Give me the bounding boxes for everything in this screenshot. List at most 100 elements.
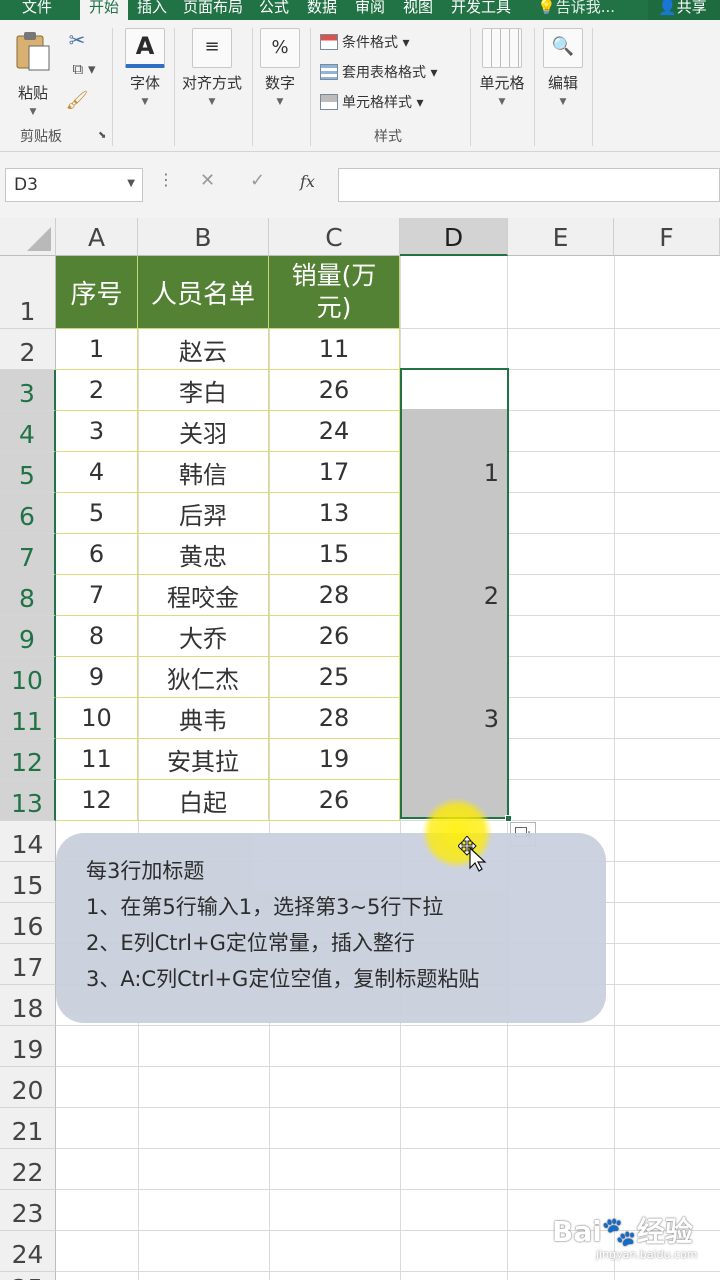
row-header-5[interactable]: 5 xyxy=(0,452,56,493)
font-button[interactable]: A 字体 ▼ xyxy=(120,28,170,107)
row-header-21[interactable]: 21 xyxy=(0,1108,56,1149)
table-cell[interactable]: 11 xyxy=(269,329,400,370)
row-header-2[interactable]: 2 xyxy=(0,329,56,370)
row-header-9[interactable]: 9 xyxy=(0,616,56,657)
header-cell-index[interactable]: 序号 xyxy=(56,256,138,329)
select-all-corner[interactable] xyxy=(0,218,56,256)
share-button[interactable]: 👤共享 xyxy=(648,0,720,20)
tab-review[interactable]: 审阅 xyxy=(348,0,392,20)
table-cell[interactable]: 4 xyxy=(56,452,138,493)
tab-file[interactable]: 文件 xyxy=(0,0,74,20)
tab-insert[interactable]: 插入 xyxy=(130,0,174,20)
table-cell[interactable]: 15 xyxy=(269,534,400,575)
table-cell[interactable]: 28 xyxy=(269,575,400,616)
chevron-down-icon[interactable]: ▼ xyxy=(127,178,135,189)
column-header-c[interactable]: C xyxy=(269,218,400,256)
table-cell[interactable]: 典韦 xyxy=(138,698,269,739)
row-header-22[interactable]: 22 xyxy=(0,1149,56,1190)
conditional-formatting-button[interactable]: 条件格式 ▾ xyxy=(320,32,409,56)
header-cell-sales[interactable]: 销量(万 元) xyxy=(269,256,400,329)
column-header-f[interactable]: F xyxy=(614,218,720,256)
formula-input[interactable] xyxy=(338,168,720,202)
row-header-6[interactable]: 6 xyxy=(0,493,56,534)
row-header-20[interactable]: 20 xyxy=(0,1067,56,1108)
table-cell[interactable]: 狄仁杰 xyxy=(138,657,269,698)
copy-icon[interactable]: ⧉ ▾ xyxy=(62,60,106,78)
paste-button[interactable]: 粘贴 ▼ xyxy=(8,30,58,117)
row-header-8[interactable]: 8 xyxy=(0,575,56,616)
row-header-23[interactable]: 23 xyxy=(0,1190,56,1231)
tab-developer[interactable]: 开发工具 xyxy=(444,0,518,20)
table-cell[interactable]: 安其拉 xyxy=(138,739,269,780)
table-cell[interactable]: 8 xyxy=(56,616,138,657)
row-header-14[interactable]: 14 xyxy=(0,821,56,862)
table-cell[interactable]: 2 xyxy=(56,370,138,411)
tab-page-layout[interactable]: 页面布局 xyxy=(178,0,248,20)
table-cell[interactable]: 白起 xyxy=(138,780,269,821)
table-cell[interactable]: 程咬金 xyxy=(138,575,269,616)
table-cell[interactable]: 1 xyxy=(56,329,138,370)
format-painter-icon[interactable]: 🖌 xyxy=(62,90,92,111)
row-header-4[interactable]: 4 xyxy=(0,411,56,452)
table-cell[interactable]: 24 xyxy=(269,411,400,452)
table-cell[interactable]: 大乔 xyxy=(138,616,269,657)
cut-icon[interactable]: ✂ xyxy=(62,28,92,52)
table-cell[interactable]: 7 xyxy=(56,575,138,616)
table-cell[interactable]: 26 xyxy=(269,616,400,657)
cancel-icon[interactable]: ✕ xyxy=(200,170,215,191)
fill-handle[interactable] xyxy=(505,815,512,822)
tab-formulas[interactable]: 公式 xyxy=(252,0,296,20)
row-header-1[interactable]: 1 xyxy=(0,256,56,329)
table-cell[interactable]: 韩信 xyxy=(138,452,269,493)
row-header-11[interactable]: 11 xyxy=(0,698,56,739)
table-cell[interactable]: 26 xyxy=(269,780,400,821)
table-cell[interactable]: 12 xyxy=(56,780,138,821)
table-cell[interactable]: 11 xyxy=(56,739,138,780)
column-header-d[interactable]: D xyxy=(400,218,508,256)
table-cell[interactable]: 黄忠 xyxy=(138,534,269,575)
table-cell[interactable]: 3 xyxy=(56,411,138,452)
column-header-e[interactable]: E xyxy=(508,218,614,256)
table-cell[interactable]: 10 xyxy=(56,698,138,739)
table-cell[interactable]: 26 xyxy=(269,370,400,411)
row-header-13[interactable]: 13 xyxy=(0,780,56,821)
table-cell[interactable]: 28 xyxy=(269,698,400,739)
cell-styles-button[interactable]: 单元格样式 ▾ xyxy=(320,92,423,116)
row-header-19[interactable]: 19 xyxy=(0,1026,56,1067)
insert-function-button[interactable]: fx xyxy=(300,172,315,191)
row-header-10[interactable]: 10 xyxy=(0,657,56,698)
row-header-7[interactable]: 7 xyxy=(0,534,56,575)
row-header-18[interactable]: 18 xyxy=(0,985,56,1026)
row-header-17[interactable]: 17 xyxy=(0,944,56,985)
row-header-25[interactable]: 25 xyxy=(0,1272,56,1280)
tab-home[interactable]: 开始 xyxy=(80,0,128,20)
tell-me-search[interactable]: 💡告诉我... xyxy=(528,0,624,20)
table-cell[interactable]: 19 xyxy=(269,739,400,780)
table-cell[interactable]: 9 xyxy=(56,657,138,698)
tab-data[interactable]: 数据 xyxy=(300,0,344,20)
format-as-table-button[interactable]: 套用表格格式 ▾ xyxy=(320,62,437,86)
row-header-3[interactable]: 3 xyxy=(0,370,56,411)
name-box[interactable]: D3 ▼ xyxy=(5,168,143,202)
header-cell-name[interactable]: 人员名单 xyxy=(138,256,269,329)
column-header-a[interactable]: A xyxy=(56,218,138,256)
table-cell[interactable]: 赵云 xyxy=(138,329,269,370)
number-button[interactable]: % 数字 ▼ xyxy=(256,28,304,107)
confirm-icon[interactable]: ✓ xyxy=(250,170,265,191)
table-cell[interactable]: 关羽 xyxy=(138,411,269,452)
table-cell[interactable]: 5 xyxy=(56,493,138,534)
alignment-button[interactable]: ≡ 对齐方式 ▼ xyxy=(178,28,246,107)
editing-button[interactable]: 🔍 编辑 ▼ xyxy=(540,28,586,107)
tab-view[interactable]: 视图 xyxy=(396,0,440,20)
table-cell[interactable]: 李白 xyxy=(138,370,269,411)
column-header-b[interactable]: B xyxy=(138,218,269,256)
table-cell[interactable]: 13 xyxy=(269,493,400,534)
table-cell[interactable]: 后羿 xyxy=(138,493,269,534)
worksheet-grid[interactable]: A B C D E F 1 2 3 4 5 6 7 8 9 10 11 12 1… xyxy=(0,218,720,1280)
table-cell[interactable]: 25 xyxy=(269,657,400,698)
row-header-15[interactable]: 15 xyxy=(0,862,56,903)
row-header-16[interactable]: 16 xyxy=(0,903,56,944)
dialog-launcher-icon[interactable]: ⬊ xyxy=(98,130,106,141)
row-header-24[interactable]: 24 xyxy=(0,1231,56,1272)
cells-button[interactable]: 单元格 ▼ xyxy=(474,28,530,107)
